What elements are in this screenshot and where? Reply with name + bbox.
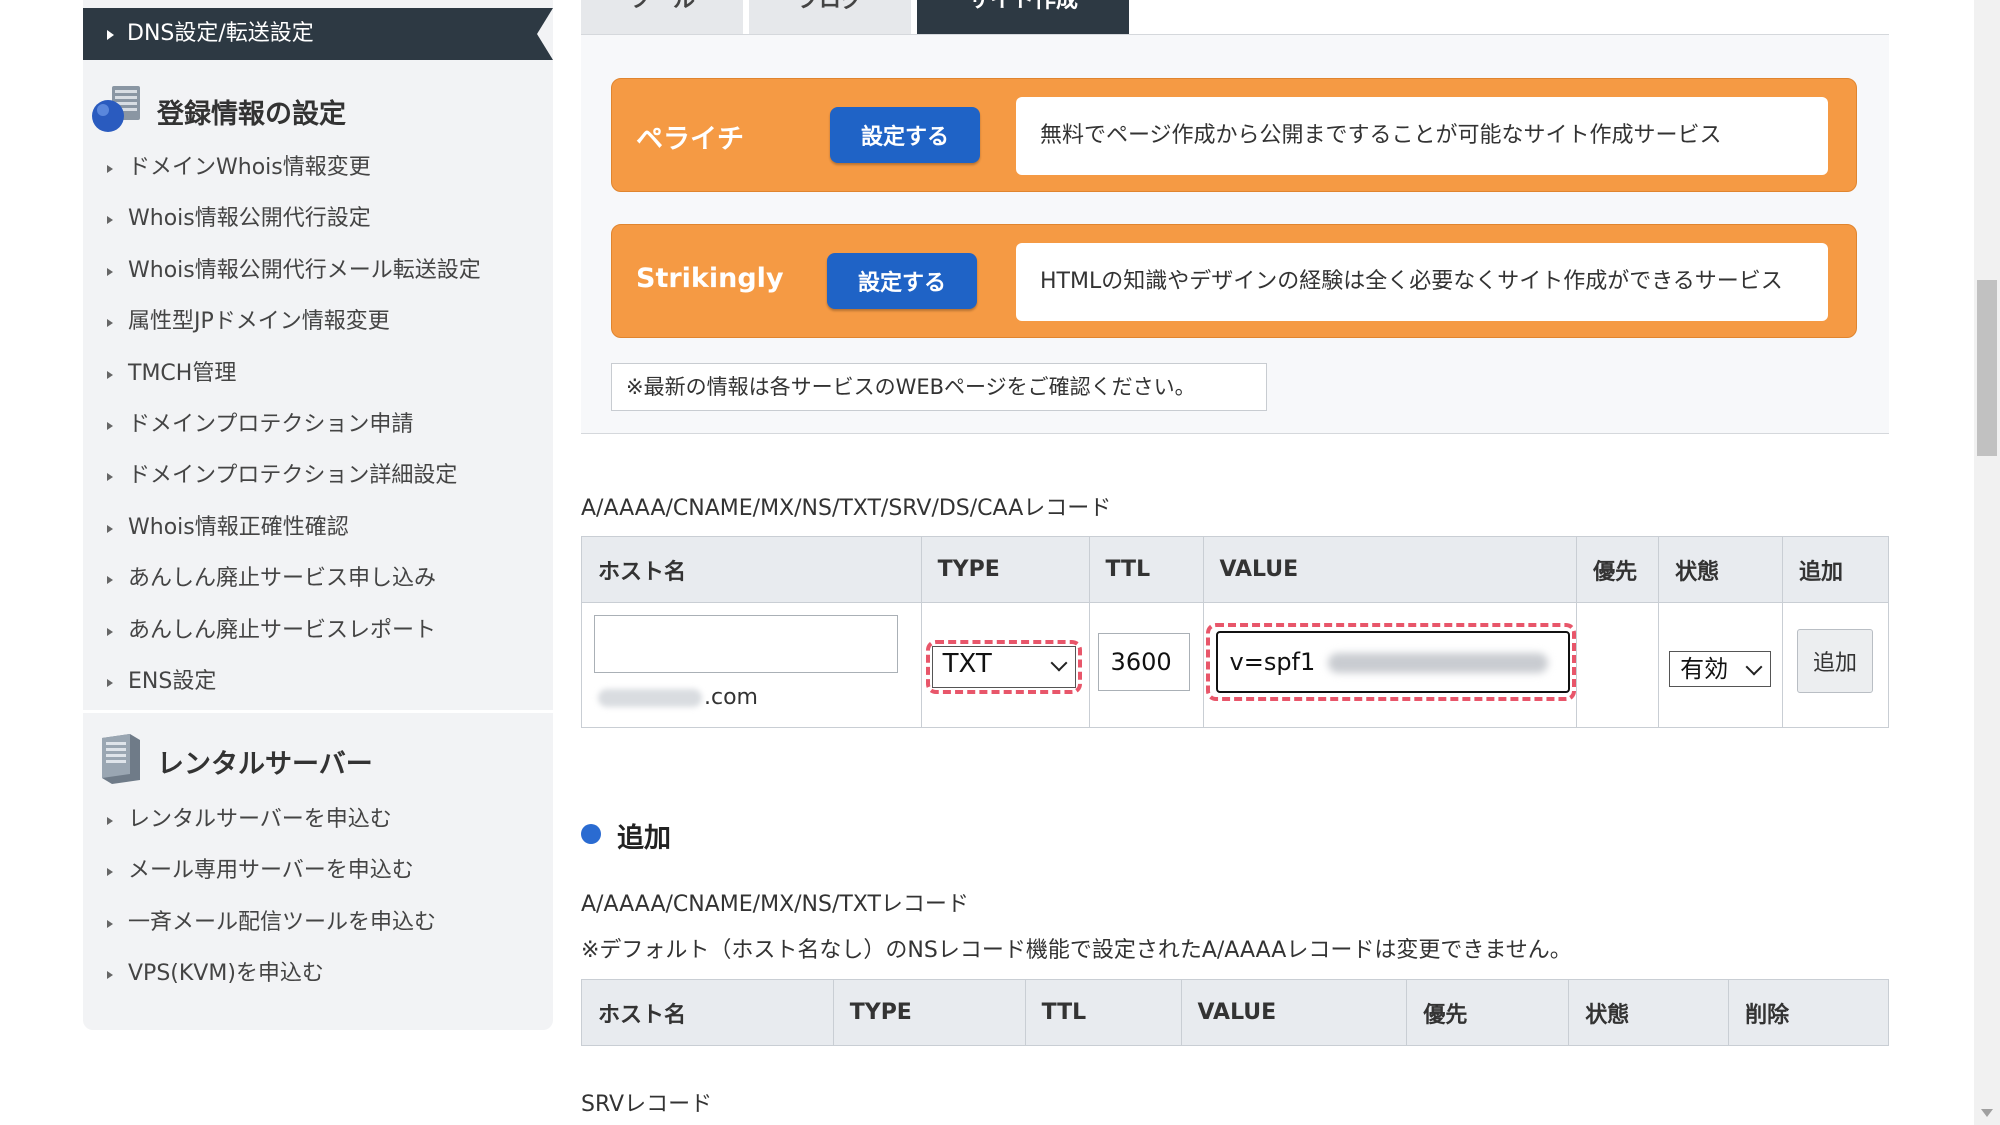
sidebar-item-vps[interactable]: VPS(KVM)を申込む — [83, 948, 553, 999]
scroll-down-arrow-icon[interactable] — [1981, 1109, 1993, 1117]
col-type: TYPE — [832, 979, 1026, 1046]
promo-description: 無料でページ作成から公開まですることが可能なサイト作成サービス — [1016, 97, 1828, 175]
database-icon — [90, 80, 146, 140]
existing-records-table: ホスト名 TYPE TTL VALUE 優先 状態 削除 — [581, 979, 1889, 1046]
add-section-note: ※デフォルト（ホスト名なし）のNSレコード機能で設定されたA/AAAAレコードは… — [581, 938, 1572, 963]
type-select[interactable]: TXT — [931, 646, 1076, 688]
record-input-row: .com TXT 3600 v=spf1 有効 追加 — [581, 602, 1889, 728]
tab-tools[interactable]: ツール — [581, 0, 743, 34]
tab-site-builder[interactable]: サイト作成 — [917, 0, 1129, 34]
section-heading-registration: 登録情報の設定 — [83, 78, 553, 138]
page-scrollbar[interactable] — [1974, 0, 2000, 1125]
col-add: 追加 — [1782, 536, 1889, 603]
value-input[interactable]: v=spf1 — [1215, 631, 1570, 693]
section-title: 登録情報の設定 — [157, 99, 346, 130]
sidebar-item-dns-settings[interactable]: DNS設定/転送設定 — [83, 8, 553, 60]
sidebar-item-rental-server[interactable]: レンタルサーバーを申込む — [83, 794, 553, 845]
strikingly-setup-button[interactable]: 設定する — [827, 253, 977, 309]
server-icon — [90, 730, 146, 790]
sidebar-item-tmch[interactable]: TMCH管理 — [83, 348, 553, 399]
value-cell: v=spf1 — [1202, 602, 1578, 728]
chevron-down-icon — [1050, 654, 1068, 672]
record-form-label: A/AAAA/CNAME/MX/NS/TXT/SRV/DS/CAAレコード — [581, 496, 1112, 521]
promo-note: ※最新の情報は各サービスのWEBページをご確認ください。 — [611, 363, 1267, 411]
rental-server-menu: レンタルサーバーを申込む メール専用サーバーを申込む 一斉メール配信ツールを申込… — [83, 794, 553, 1000]
sidebar-item-domain-protection-detail[interactable]: ドメインプロテクション詳細設定 — [83, 450, 553, 501]
tab-blog[interactable]: ブログ — [749, 0, 911, 34]
status-cell: 有効 — [1658, 602, 1784, 728]
col-delete: 削除 — [1728, 979, 1889, 1046]
col-ttl: TTL — [1088, 536, 1204, 603]
promo-name: Strikingly — [636, 263, 784, 294]
domain-suffix: .com — [704, 685, 758, 710]
add-section-title: 追加 — [617, 823, 671, 854]
add-cell: 追加 — [1782, 602, 1889, 728]
scrollbar-thumb[interactable] — [1977, 280, 1997, 456]
ttl-input[interactable]: 3600 — [1097, 633, 1190, 691]
sidebar-item-safe-cancel-report[interactable]: あんしん廃止サービスレポート — [83, 605, 553, 656]
registration-menu: ドメインWhois情報変更 Whois情報公開代行設定 Whois情報公開代行メ… — [83, 142, 553, 707]
col-value: VALUE — [1180, 979, 1408, 1046]
col-type: TYPE — [920, 536, 1090, 603]
site-builder-panel: ペライチ 設定する 無料でページ作成から公開まですることが可能なサイト作成サービ… — [581, 34, 1889, 434]
status-select-value: 有効 — [1680, 655, 1729, 683]
promo-strikingly: Strikingly 設定する HTMLの知識やデザインの経験は全く必要なくサイ… — [611, 224, 1857, 338]
ttl-cell: 3600 — [1088, 602, 1204, 728]
promo-description: HTMLの知識やデザインの経験は全く必要なくサイト作成ができるサービス — [1016, 243, 1828, 321]
sidebar-item-domain-protection[interactable]: ドメインプロテクション申請 — [83, 399, 553, 450]
blurred-value — [1327, 653, 1548, 673]
section-heading-rental-server: レンタルサーバー — [83, 728, 553, 788]
promo-name: ペライチ — [636, 124, 744, 155]
sidebar-item-whois-proxy[interactable]: Whois情報公開代行設定 — [83, 193, 553, 244]
chevron-down-icon — [1745, 658, 1763, 676]
peraichi-setup-button[interactable]: 設定する — [830, 107, 980, 163]
priority-cell — [1576, 602, 1660, 728]
sidebar-item-whois-change[interactable]: ドメインWhois情報変更 — [83, 142, 553, 193]
srv-record-label: SRVレコード — [581, 1092, 713, 1117]
promo-peraichi: ペライチ 設定する 無料でページ作成から公開まですることが可能なサイト作成サービ… — [611, 78, 1857, 192]
blurred-domain — [598, 689, 702, 707]
col-host: ホスト名 — [581, 979, 834, 1046]
sidebar-item-ens[interactable]: ENS設定 — [83, 656, 553, 707]
bullet-dot-icon — [581, 824, 601, 844]
value-input-text: v=spf1 — [1229, 648, 1316, 676]
sidebar-item-whois-accuracy[interactable]: Whois情報正確性確認 — [83, 502, 553, 553]
sidebar-item-safe-cancel-apply[interactable]: あんしん廃止サービス申し込み — [83, 553, 553, 604]
add-section-label: A/AAAA/CNAME/MX/NS/TXTレコード — [581, 892, 969, 917]
type-select-value: TXT — [942, 649, 992, 679]
status-select[interactable]: 有効 — [1669, 651, 1772, 687]
col-priority: 優先 — [1576, 536, 1660, 603]
add-record-button[interactable]: 追加 — [1797, 629, 1874, 693]
section-title: レンタルサーバー — [157, 749, 373, 780]
sidebar-divider — [83, 710, 553, 713]
record-input-table: ホスト名 TYPE TTL VALUE 優先 状態 追加 .com TXT 36… — [581, 536, 1889, 728]
host-cell: .com — [581, 602, 922, 728]
col-status: 状態 — [1568, 979, 1730, 1046]
sidebar-item-mail-server[interactable]: メール専用サーバーを申込む — [83, 845, 553, 896]
col-host: ホスト名 — [581, 536, 922, 603]
col-value: VALUE — [1202, 536, 1578, 603]
type-cell: TXT — [920, 602, 1090, 728]
sidebar-item-whois-proxy-mail[interactable]: Whois情報公開代行メール転送設定 — [83, 245, 553, 296]
col-status: 状態 — [1658, 536, 1784, 603]
host-name-input[interactable] — [594, 615, 898, 673]
sidebar-item-jp-domain-info[interactable]: 属性型JPドメイン情報変更 — [83, 296, 553, 347]
col-priority: 優先 — [1406, 979, 1570, 1046]
sidebar-item-bulk-mail[interactable]: 一斉メール配信ツールを申込む — [83, 897, 553, 948]
col-ttl: TTL — [1024, 979, 1182, 1046]
sidebar: DNS設定/転送設定 登録情報の設定 ドメインWhois情報変更 Whois情報… — [83, 0, 553, 1030]
